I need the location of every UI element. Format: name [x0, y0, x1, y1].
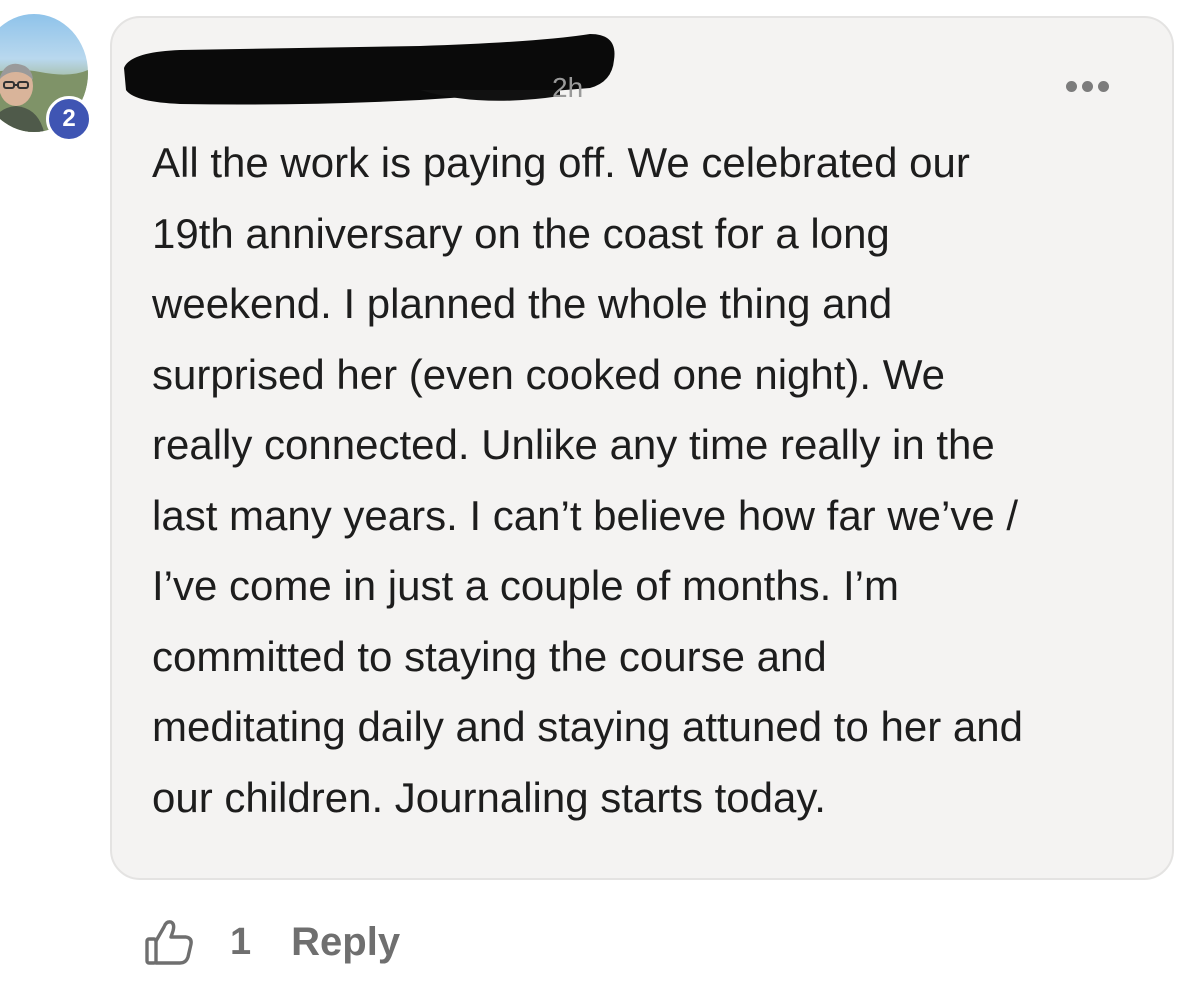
- comment-timestamp: 2h: [552, 72, 584, 103]
- comment-actions: 1 Reply: [142, 914, 400, 970]
- more-options-icon[interactable]: [1066, 76, 1116, 96]
- author-name-redacted: [120, 30, 620, 110]
- like-count: 1: [230, 920, 252, 963]
- level-badge: 2: [46, 96, 92, 142]
- reply-button[interactable]: Reply: [291, 920, 400, 965]
- dot: [1082, 80, 1093, 92]
- thumbs-up-icon[interactable]: [142, 915, 196, 969]
- dot: [1066, 80, 1077, 92]
- dot: [1098, 80, 1109, 92]
- comment-text: All the work is paying off. We celebrate…: [152, 139, 1023, 821]
